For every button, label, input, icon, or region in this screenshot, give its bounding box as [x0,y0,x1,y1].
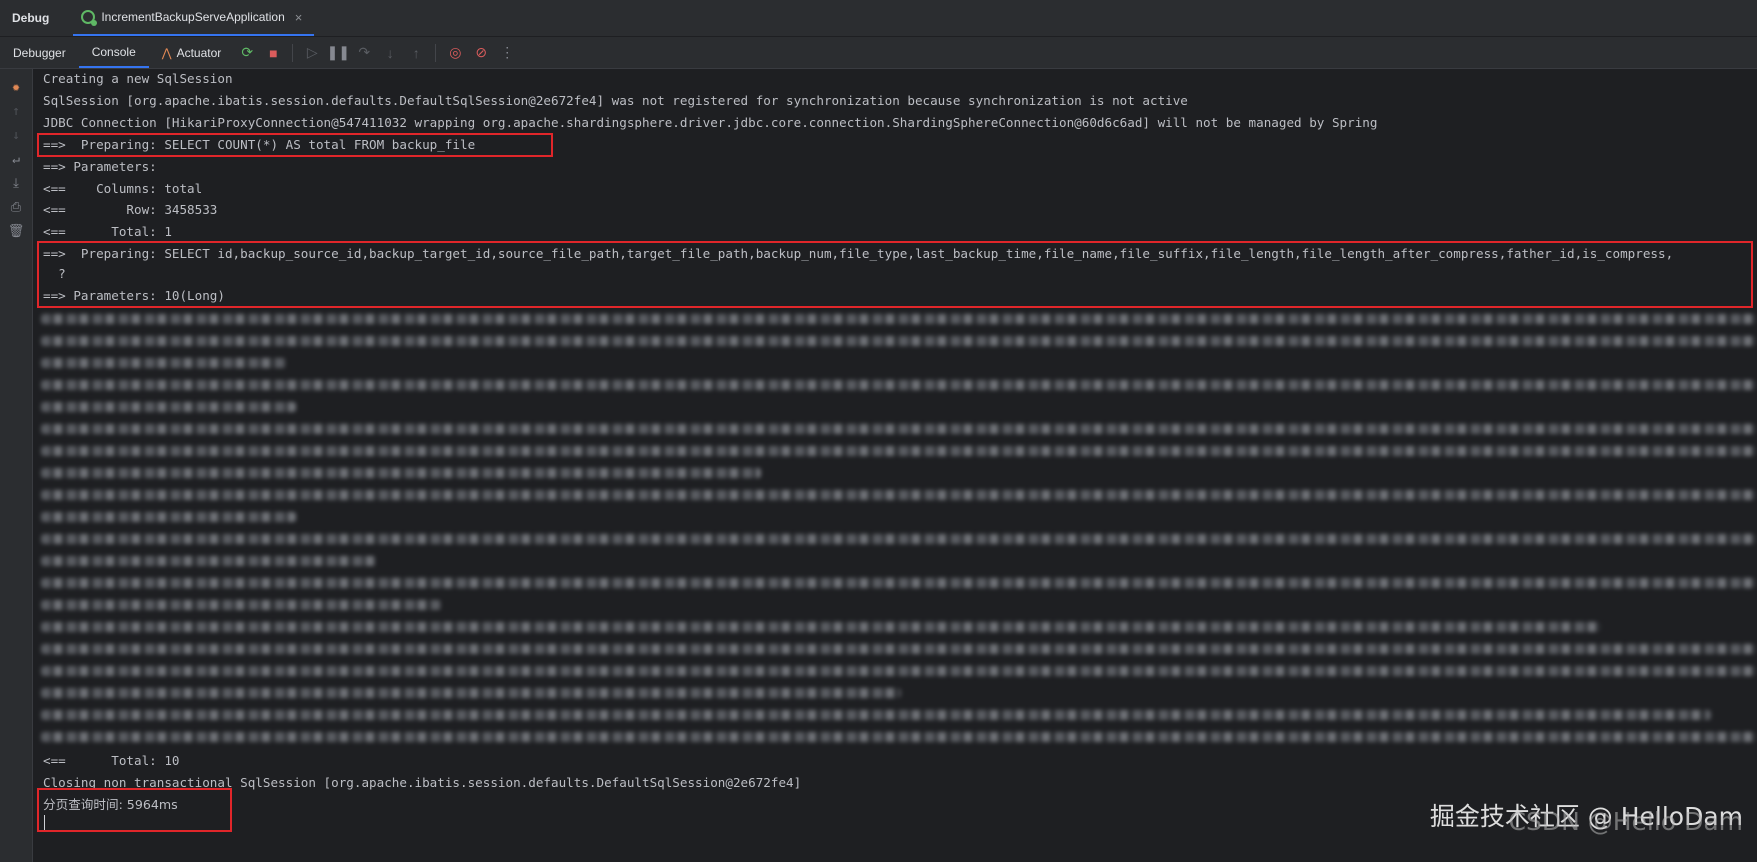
redacted-row [41,468,761,478]
redacted-row [41,732,1757,742]
run-configuration-tab[interactable]: IncrementBackupServeApplication × [73,0,315,36]
more-options-icon[interactable]: ⋮ [496,42,518,64]
redacted-row [41,512,296,522]
console-line: <== Row: 3458533 [43,202,218,217]
highlight-page-query [37,241,1753,308]
redacted-row [41,578,1757,588]
redacted-row [41,600,441,610]
redacted-row [41,402,296,412]
console-output[interactable]: Creating a new SqlSession SqlSession [or… [33,69,1757,862]
run-tab-label: IncrementBackupServeApplication [101,10,285,24]
redacted-row [41,644,1757,654]
clear-all-icon[interactable]: 🗑 [6,221,26,241]
redacted-row [41,358,286,368]
rerun-icon[interactable]: ⟳ [236,42,258,64]
redacted-row [41,424,1757,434]
highlight-count-query [37,133,553,157]
redacted-row [41,490,1757,500]
watermark-secondary: CSDN @Hello Dam [1508,807,1743,836]
redacted-row [41,710,1711,720]
redacted-row [41,556,376,566]
toolbar-divider [292,43,294,62]
watermark: CSDN @Hello Dam 掘金技术社区 @ HelloDam [1430,797,1743,836]
console-line: ==> Parameters: [43,159,165,174]
tab-console[interactable]: Console [78,37,149,68]
up-arrow-icon[interactable]: ↑ [6,101,26,121]
scroll-to-end-icon[interactable]: ⤓ [6,173,26,193]
console-line: Creating a new SqlSession [43,71,233,86]
step-over-icon[interactable]: ↷ [353,42,375,64]
console-line: SqlSession [org.apache.ibatis.session.de… [43,93,1188,108]
pause-icon[interactable]: ❚❚ [327,42,350,64]
step-into-icon[interactable]: ↓ [379,42,401,64]
soft-wrap-icon[interactable]: ↵ [6,149,26,169]
tab-actuator[interactable]: ⋀ Actuator [149,37,235,68]
redacted-row [41,534,1757,544]
print-icon[interactable]: ⎙ [6,197,26,217]
redacted-row [41,336,1757,346]
resume-icon[interactable]: ▷ [301,42,323,64]
text-cursor [44,815,45,830]
console-line: <== Total: 10 [43,753,180,768]
redacted-row [41,446,1757,456]
console-side-toolbar: ✹ ↑ ↓ ↵ ⤓ ⎙ 🗑 [0,69,33,862]
redacted-row [41,314,1757,324]
mute-breakpoints-icon[interactable]: ⊘ [470,42,492,64]
debug-settings-icon[interactable]: ✹ [6,77,26,97]
redacted-row [41,666,1757,676]
close-icon[interactable]: × [295,10,303,25]
redacted-row [41,622,1601,632]
debug-label: Debug [12,11,50,25]
console-line: <== Columns: total [43,181,203,196]
redacted-row [41,380,1757,390]
console-line: JDBC Connection [HikariProxyConnection@5… [43,115,1378,130]
tab-debugger[interactable]: Debugger [0,37,79,68]
debug-tool-window-header: Debug IncrementBackupServeApplication × [0,0,1757,37]
down-arrow-icon[interactable]: ↓ [6,125,26,145]
debug-toolbar: Debugger Console ⋀ Actuator ⟳ ■ ▷ ❚❚ ↷ ↓… [0,37,1757,69]
redacted-row [41,688,901,698]
step-out-icon[interactable]: ↑ [405,42,427,64]
toolbar-divider [435,43,437,62]
actuator-icon: ⋀ [161,45,172,60]
stop-icon[interactable]: ■ [262,42,284,64]
spring-boot-run-icon [81,10,98,26]
view-breakpoints-icon[interactable]: ◎ [444,42,466,64]
highlight-query-time [37,788,232,832]
console-line: <== Total: 1 [43,224,172,239]
